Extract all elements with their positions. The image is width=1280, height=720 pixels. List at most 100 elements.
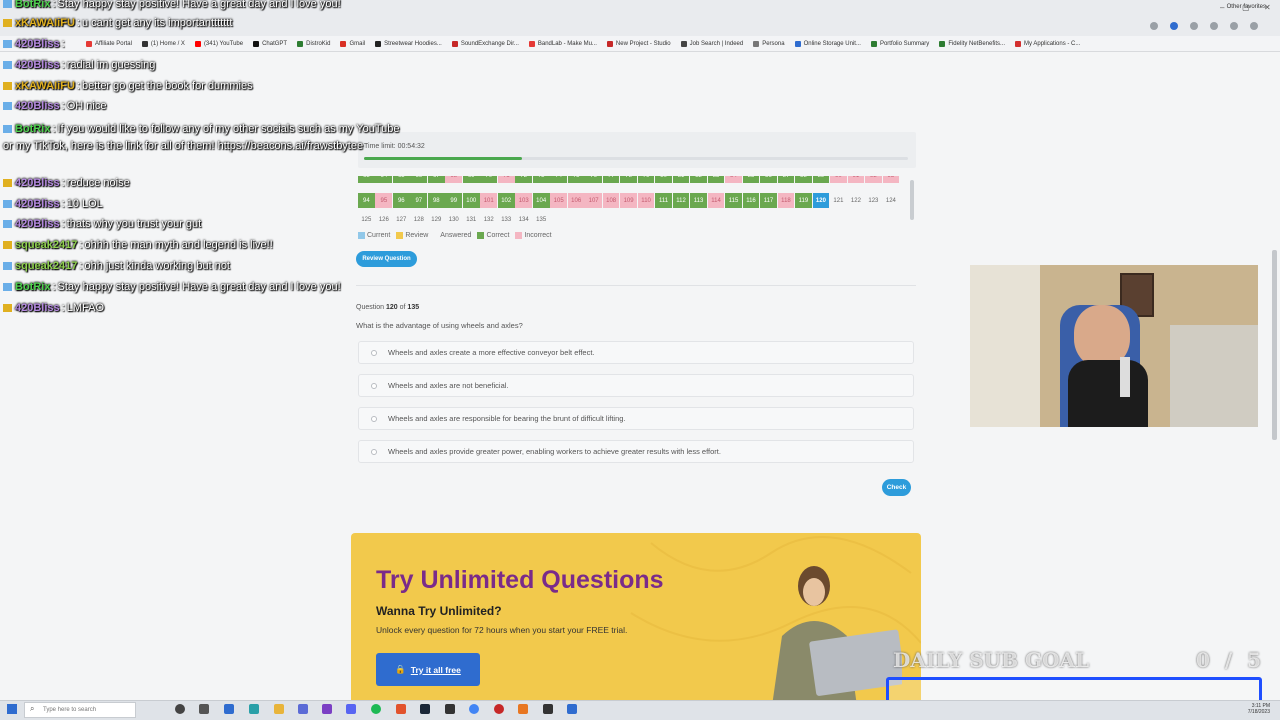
question-cell[interactable]: 96 [392, 193, 410, 208]
question-cell[interactable]: 122 [848, 193, 865, 208]
question-cell[interactable]: 120 [812, 193, 830, 208]
question-cell[interactable]: 67 [427, 176, 445, 183]
question-cell[interactable]: 87 [777, 176, 795, 183]
try-free-button[interactable]: 🔒 Try it all free [376, 653, 480, 686]
question-cell[interactable]: 78 [620, 176, 637, 183]
bookmark-item[interactable]: Job Search | Indeed [680, 40, 743, 47]
grid-scrollbar[interactable] [910, 180, 914, 220]
collections-icon[interactable] [1210, 22, 1218, 30]
question-cell[interactable]: 70 [480, 176, 498, 183]
question-cell[interactable]: 130 [445, 212, 462, 227]
cortana-icon[interactable] [175, 704, 185, 714]
minimize-icon[interactable]: – [1220, 3, 1224, 12]
favorite-star-icon[interactable] [1170, 22, 1178, 30]
edge-icon[interactable] [224, 704, 234, 714]
radio-button[interactable] [371, 382, 377, 389]
bookmark-item[interactable]: Fidelity NetBenefits... [939, 40, 1005, 47]
system-tray-clock[interactable]: 3:11 PM 7/18/2023 [1248, 703, 1270, 715]
reader-icon[interactable] [1150, 22, 1158, 30]
question-cell[interactable]: 114 [707, 193, 725, 208]
question-cell[interactable]: 119 [795, 193, 812, 208]
question-cell[interactable]: 104 [532, 193, 550, 208]
app-icon[interactable] [494, 704, 504, 714]
question-cell[interactable]: 91 [847, 176, 865, 183]
question-cell[interactable]: 124 [883, 193, 900, 208]
question-cell[interactable]: 115 [725, 193, 742, 208]
question-cell[interactable]: 108 [602, 193, 620, 208]
question-cell[interactable]: 117 [760, 193, 777, 208]
bookmark-item[interactable]: Affiliate Portal [86, 40, 132, 47]
question-cell[interactable]: 109 [620, 193, 637, 208]
app-icon[interactable] [543, 704, 553, 714]
app-icon[interactable] [518, 704, 528, 714]
question-cell[interactable]: 101 [480, 193, 498, 208]
question-cell[interactable]: 83 [707, 176, 725, 183]
question-cell[interactable]: 93 [882, 176, 900, 183]
bookmark-item[interactable]: (1) Home / X [141, 40, 185, 47]
question-cell[interactable]: 107 [585, 193, 602, 208]
bookmark-item[interactable]: Gmail [340, 40, 365, 47]
obs-icon[interactable] [322, 704, 332, 714]
app-icon[interactable] [396, 704, 406, 714]
radio-button[interactable] [371, 448, 377, 455]
question-cell[interactable]: 66 [410, 176, 428, 183]
bookmark-item[interactable]: Portfolio Summary [870, 40, 929, 47]
bookmark-item[interactable]: New Project - Studio [606, 40, 671, 47]
question-cell[interactable]: 77 [602, 176, 620, 183]
question-cell[interactable]: 98 [427, 193, 445, 208]
question-cell[interactable]: 64 [375, 176, 393, 183]
question-cell[interactable]: 86 [760, 176, 777, 183]
other-favorites[interactable]: Other favorites [1227, 4, 1266, 10]
review-question-button[interactable]: Review Question [356, 251, 417, 267]
question-cell[interactable]: 92 [865, 176, 882, 183]
question-cell[interactable]: 97 [410, 193, 428, 208]
bookmark-item[interactable]: My Applications - C... [1015, 40, 1080, 47]
question-cell[interactable]: 113 [690, 193, 707, 208]
store-icon[interactable] [298, 704, 308, 714]
chrome-icon[interactable] [469, 704, 479, 714]
question-cell[interactable]: 81 [672, 176, 690, 183]
steam-icon[interactable] [420, 704, 430, 714]
question-cell[interactable]: 121 [830, 193, 847, 208]
question-cell[interactable]: 105 [550, 193, 568, 208]
question-cell[interactable]: 103 [515, 193, 533, 208]
app-icon[interactable] [567, 704, 577, 714]
question-cell[interactable]: 110 [637, 193, 655, 208]
question-cell[interactable]: 71 [497, 176, 515, 183]
question-cell[interactable]: 128 [410, 212, 427, 227]
question-cell[interactable]: 99 [445, 193, 463, 208]
question-cell[interactable]: 112 [672, 193, 690, 208]
bookmark-item[interactable]: ChatGPT [253, 40, 287, 47]
windows-start-icon[interactable] [7, 704, 17, 714]
browser-icon[interactable] [249, 704, 259, 714]
radio-button[interactable] [371, 415, 377, 422]
question-cell[interactable]: 100 [462, 193, 480, 208]
answer-option[interactable]: Wheels and axles are responsible for bea… [358, 407, 914, 430]
question-cell[interactable]: 79 [637, 176, 655, 183]
question-cell[interactable]: 69 [462, 176, 480, 183]
bookmark-item[interactable]: (341) YouTube [194, 40, 243, 47]
question-cell[interactable]: 90 [830, 176, 847, 183]
question-cell[interactable]: 63 [358, 176, 375, 183]
question-cell[interactable]: 80 [655, 176, 672, 183]
question-cell[interactable]: 111 [655, 193, 672, 208]
discord-icon[interactable] [346, 704, 356, 714]
bookmark-item[interactable]: SoundExchange Dir... [451, 40, 519, 47]
question-cell[interactable]: 75 [567, 176, 585, 183]
question-cell[interactable]: 135 [533, 212, 550, 227]
question-cell[interactable]: 126 [375, 212, 392, 227]
app-icon[interactable] [445, 704, 455, 714]
question-cell[interactable]: 123 [865, 193, 882, 208]
page-scrollbar[interactable] [1272, 250, 1277, 440]
question-cell[interactable]: 95 [375, 193, 393, 208]
bookmark-item[interactable]: DistroKid [297, 40, 330, 47]
answer-option[interactable]: Wheels and axles are not beneficial. [358, 374, 914, 397]
bookmark-item[interactable]: BandLab - Make Mu... [528, 40, 597, 47]
bookmark-item[interactable]: Persona [753, 40, 785, 47]
question-cell[interactable]: 68 [445, 176, 463, 183]
question-cell[interactable]: 129 [428, 212, 445, 227]
question-cell[interactable]: 131 [463, 212, 480, 227]
question-cell[interactable]: 118 [777, 193, 795, 208]
more-icon[interactable] [1250, 22, 1258, 30]
question-cell[interactable]: 125 [358, 212, 375, 227]
